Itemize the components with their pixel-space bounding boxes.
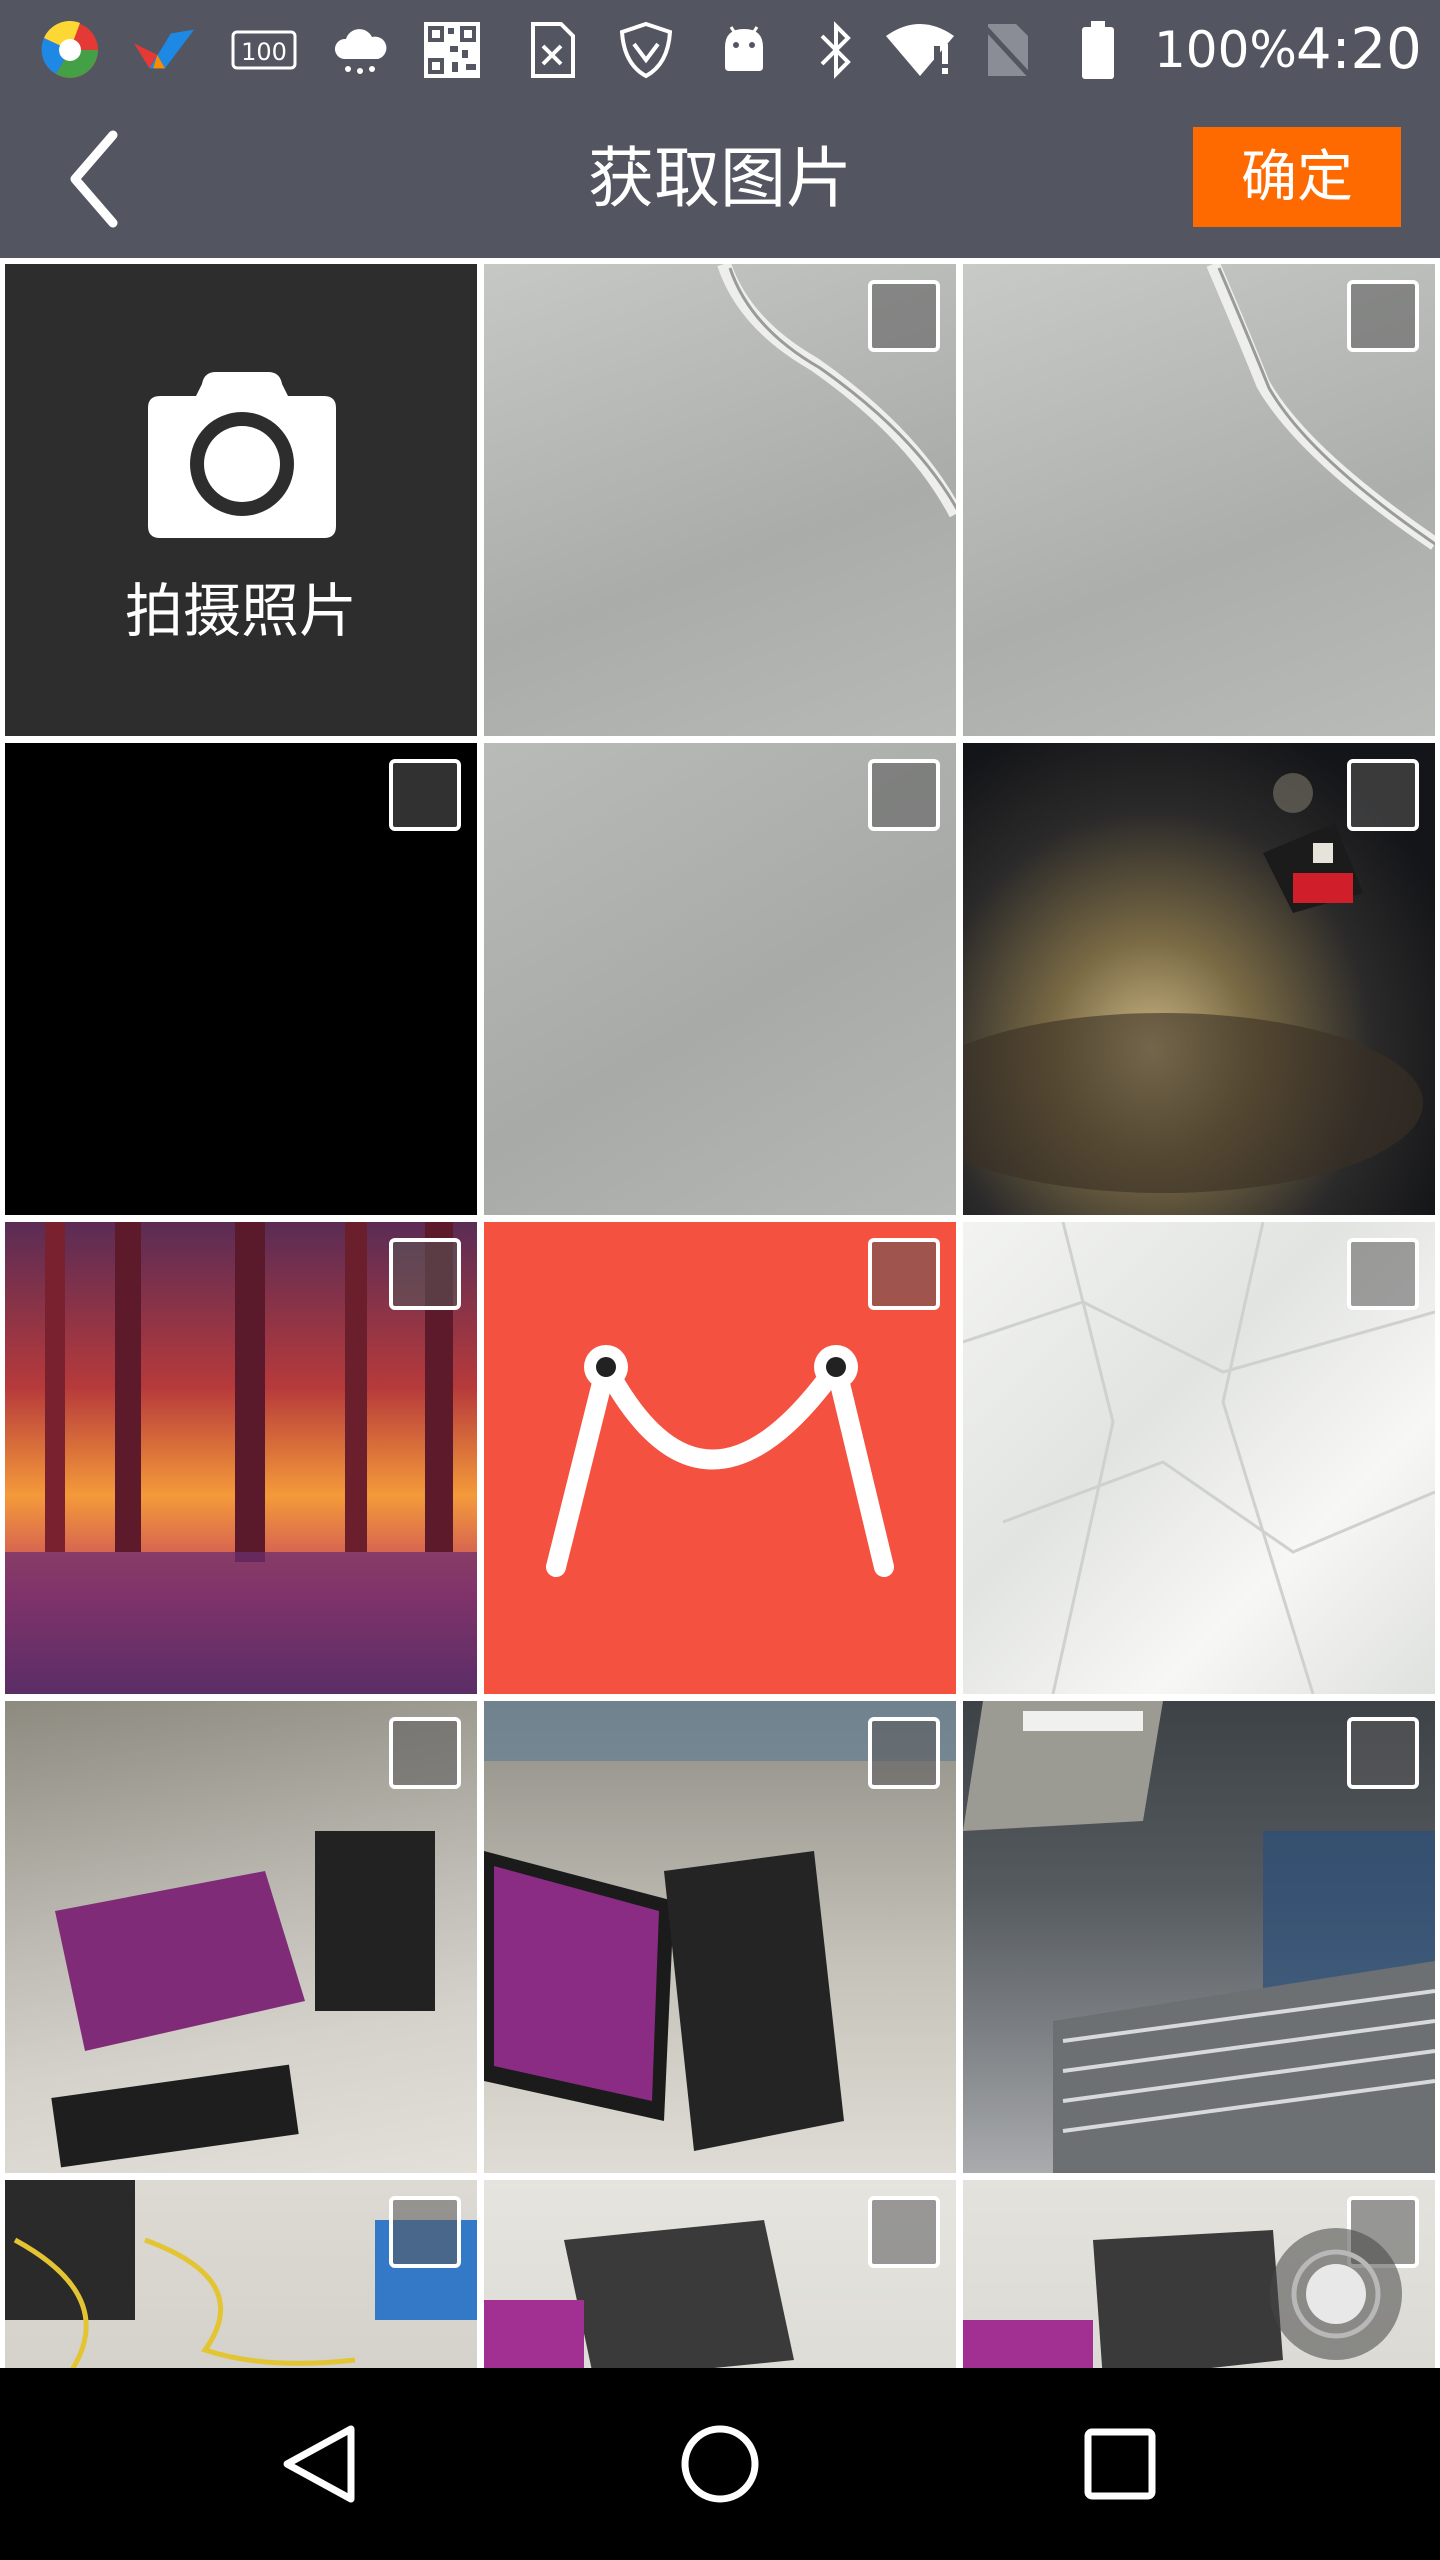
- photo-cable-2[interactable]: [963, 264, 1435, 736]
- assistive-touch-button[interactable]: [1270, 2228, 1402, 2360]
- photo-cable-1[interactable]: [484, 264, 956, 736]
- chevron-left-icon: [70, 130, 118, 228]
- sim-x-icon: [520, 18, 584, 82]
- photo-crumpled-paper[interactable]: [963, 1222, 1435, 1694]
- android-icon: [712, 18, 776, 82]
- photo-black[interactable]: [5, 743, 477, 1215]
- photo-checkbox[interactable]: [868, 1238, 940, 1310]
- app-bar: 获取图片 确定: [0, 100, 1440, 258]
- battery-icon: [1066, 18, 1130, 82]
- badge-100-text: 100: [241, 38, 287, 66]
- photo-checkbox[interactable]: [1347, 1238, 1419, 1310]
- photo-pc-tower-1[interactable]: [484, 2180, 956, 2368]
- recents-square-icon: [1084, 2428, 1156, 2500]
- app-v-icon: [132, 18, 196, 82]
- cloud-icon: [328, 18, 392, 82]
- status-bar: 100 100% 4:20: [0, 0, 1440, 100]
- photo-checkbox[interactable]: [389, 2196, 461, 2268]
- chrome-like-icon: [38, 18, 102, 82]
- photo-checkbox[interactable]: [389, 1238, 461, 1310]
- no-sim-icon: [974, 18, 1038, 82]
- home-circle-icon: [681, 2425, 759, 2503]
- photo-forest[interactable]: [5, 1222, 477, 1694]
- navigation-bar: [0, 2368, 1440, 2560]
- photo-checkbox[interactable]: [389, 1717, 461, 1789]
- take-photo-label: 拍摄照片: [124, 577, 357, 645]
- photo-monitor-desk[interactable]: [484, 1701, 956, 2173]
- photo-gray-surface[interactable]: [484, 743, 956, 1215]
- photo-checkbox[interactable]: [389, 759, 461, 831]
- photo-checkbox[interactable]: [1347, 280, 1419, 352]
- nav-recents-button[interactable]: [1060, 2404, 1180, 2524]
- take-photo-tile[interactable]: 拍摄照片: [5, 264, 477, 736]
- photo-checkbox[interactable]: [1347, 1717, 1419, 1789]
- nav-home-button[interactable]: [660, 2404, 780, 2524]
- wifi-alert-icon: [882, 18, 958, 82]
- photo-smile-logo[interactable]: [484, 1222, 956, 1694]
- photo-office-hall[interactable]: [963, 1701, 1435, 2173]
- camera-icon: [148, 372, 336, 538]
- badge-100-icon: 100: [228, 18, 300, 82]
- photo-grid[interactable]: 拍摄照片: [0, 262, 1440, 2368]
- confirm-button[interactable]: 确定: [1193, 127, 1401, 227]
- photo-cables-floor[interactable]: [5, 2180, 477, 2368]
- photo-desk-blur[interactable]: [5, 1701, 477, 2173]
- back-triangle-icon: [283, 2425, 355, 2503]
- vpn-shield-icon: [614, 18, 678, 82]
- photo-checkbox[interactable]: [868, 280, 940, 352]
- clock-time: 4:20: [1296, 17, 1422, 82]
- photo-checkbox[interactable]: [1347, 759, 1419, 831]
- battery-percentage: 100%: [1154, 21, 1297, 79]
- back-button[interactable]: [40, 124, 150, 234]
- assistive-touch-icon: [1291, 2249, 1381, 2339]
- photo-checkbox[interactable]: [868, 2196, 940, 2268]
- nav-back-button[interactable]: [260, 2404, 380, 2524]
- qr-code-icon: [420, 18, 484, 82]
- bluetooth-icon: [804, 18, 868, 82]
- photo-checkbox[interactable]: [868, 1717, 940, 1789]
- photo-turntable[interactable]: [963, 743, 1435, 1215]
- photo-checkbox[interactable]: [868, 759, 940, 831]
